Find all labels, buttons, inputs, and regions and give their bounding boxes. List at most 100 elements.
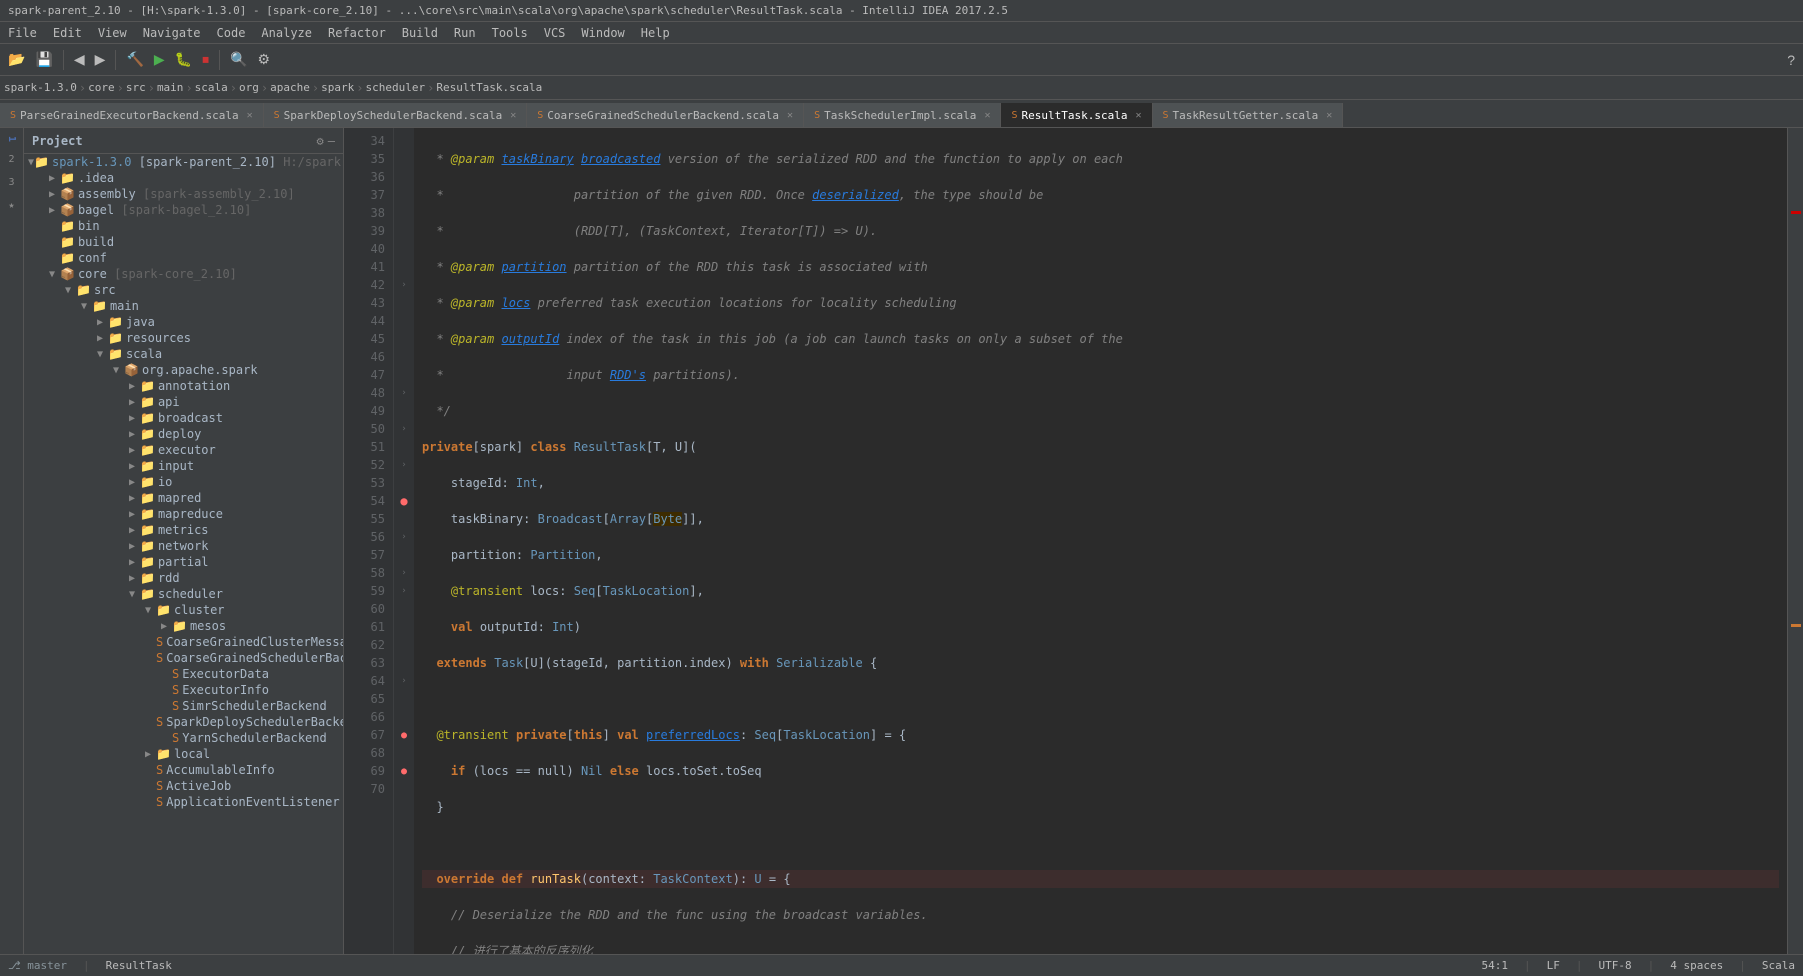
tree-scala[interactable]: ▼ 📁 scala: [24, 346, 343, 362]
menu-refactor[interactable]: Refactor: [320, 22, 394, 43]
tab-parsegrained[interactable]: S ParseGrainedExecutorBackend.scala ✕: [0, 103, 264, 127]
tree-spark-root[interactable]: ▼ 📁 spark-1.3.0 [spark-parent_2.10] H:/s…: [24, 154, 343, 170]
bc-resulttask[interactable]: ResultTask.scala: [436, 81, 542, 94]
menu-navigate[interactable]: Navigate: [135, 22, 209, 43]
tree-activejob[interactable]: S ActiveJob: [24, 778, 343, 794]
tree-main[interactable]: ▼ 📁 main: [24, 298, 343, 314]
toolbar-debug-btn[interactable]: 🐛: [171, 47, 196, 73]
tab-close-taskscheduler[interactable]: ✕: [984, 110, 990, 121]
toolbar-settings-btn[interactable]: ⚙: [254, 47, 275, 73]
sidebar-structure-icon[interactable]: 2: [4, 150, 18, 169]
toolbar-back-btn[interactable]: ◀: [70, 47, 89, 73]
bc-src[interactable]: src: [126, 81, 146, 94]
tree-src[interactable]: ▼ 📁 src: [24, 282, 343, 298]
toolbar-sep1: [63, 50, 64, 70]
sidebar-maven-icon[interactable]: 3: [4, 173, 18, 192]
menu-edit[interactable]: Edit: [45, 22, 90, 43]
sidebar-project-icon[interactable]: 1: [2, 132, 21, 146]
toolbar-save-btn[interactable]: 💾: [31, 47, 56, 73]
toolbar-forward-btn[interactable]: ▶: [91, 47, 110, 73]
tree-mapred[interactable]: ▶ 📁 mapred: [24, 490, 343, 506]
tree-java[interactable]: ▶ 📁 java: [24, 314, 343, 330]
menu-build[interactable]: Build: [394, 22, 446, 43]
tree-io[interactable]: ▶ 📁 io: [24, 474, 343, 490]
tab-close-resulttask[interactable]: ✕: [1135, 110, 1141, 121]
tree-simrscheduler[interactable]: S SimrSchedulerBackend: [24, 698, 343, 714]
project-settings-icon[interactable]: ⚙: [317, 134, 324, 148]
tree-applicationeventlistener[interactable]: S ApplicationEventListener: [24, 794, 343, 810]
tree-bin[interactable]: 📁 bin: [24, 218, 343, 234]
menu-help[interactable]: Help: [633, 22, 678, 43]
toolbar-search-btn[interactable]: 🔍: [226, 47, 251, 73]
status-event: ResultTask: [106, 959, 172, 972]
tab-taskscheduler[interactable]: S TaskSchedulerImpl.scala ✕: [804, 103, 1001, 127]
tree-broadcast[interactable]: ▶ 📁 broadcast: [24, 410, 343, 426]
tree-idea[interactable]: ▶ 📁 .idea: [24, 170, 343, 186]
tree-resources[interactable]: ▶ 📁 resources: [24, 330, 343, 346]
tree-bagel[interactable]: ▶ 📦 bagel [spark-bagel_2.10]: [24, 202, 343, 218]
editor-area: 34 35 36 37 38 39 40 41 42 43 44 45 46 4…: [344, 128, 1787, 954]
bc-main[interactable]: main: [157, 81, 184, 94]
tree-executorinfo[interactable]: S ExecutorInfo: [24, 682, 343, 698]
tab-resulttask[interactable]: S ResultTask.scala ✕: [1001, 103, 1152, 127]
bc-org[interactable]: org: [239, 81, 259, 94]
tree-metrics[interactable]: ▶ 📁 metrics: [24, 522, 343, 538]
tab-close-parsegrained[interactable]: ✕: [247, 110, 253, 121]
code-line-47: val outputId: Int): [422, 618, 1779, 636]
toolbar-stop-btn[interactable]: ⏹: [198, 47, 213, 73]
tree-coarsegrainedscheduler[interactable]: S CoarseGrainedSchedulerBackend: [24, 650, 343, 666]
project-collapse-icon[interactable]: —: [328, 134, 335, 148]
tree-local[interactable]: ▶ 📁 local: [24, 746, 343, 762]
tree-conf[interactable]: 📁 conf: [24, 250, 343, 266]
menu-vcs[interactable]: VCS: [536, 22, 574, 43]
bc-spark130[interactable]: spark-1.3.0: [4, 81, 77, 94]
menu-code[interactable]: Code: [209, 22, 254, 43]
tab-close-taskresultgetter[interactable]: ✕: [1326, 110, 1332, 121]
tab-close-sparkdeploy[interactable]: ✕: [510, 110, 516, 121]
tree-input[interactable]: ▶ 📁 input: [24, 458, 343, 474]
status-sep2: |: [1524, 959, 1531, 972]
tab-coarsegrained[interactable]: S CoarseGrainedSchedulerBackend.scala ✕: [527, 103, 804, 127]
tree-mesos[interactable]: ▶ 📁 mesos: [24, 618, 343, 634]
tree-api[interactable]: ▶ 📁 api: [24, 394, 343, 410]
menu-file[interactable]: File: [0, 22, 45, 43]
menu-tools[interactable]: Tools: [484, 22, 536, 43]
menu-window[interactable]: Window: [573, 22, 632, 43]
tab-sparkdeploy[interactable]: S SparkDeploySchedulerBackend.scala ✕: [264, 103, 528, 127]
bc-scala[interactable]: scala: [195, 81, 228, 94]
bc-scheduler[interactable]: scheduler: [365, 81, 425, 94]
toolbar-run-btn[interactable]: ▶: [150, 47, 169, 73]
menu-run[interactable]: Run: [446, 22, 484, 43]
tree-yarnscheduler[interactable]: S YarnSchedulerBackend: [24, 730, 343, 746]
tree-orgapachespark[interactable]: ▼ 📦 org.apache.spark: [24, 362, 343, 378]
toolbar-build-btn[interactable]: 🔨: [122, 47, 147, 73]
toolbar-open-btn[interactable]: 📂: [4, 47, 29, 73]
bc-core[interactable]: core: [88, 81, 115, 94]
code-container[interactable]: 34 35 36 37 38 39 40 41 42 43 44 45 46 4…: [344, 128, 1787, 954]
tree-executordata[interactable]: S ExecutorData: [24, 666, 343, 682]
tab-taskresultgetter[interactable]: S TaskResultGetter.scala ✕: [1153, 103, 1344, 127]
tree-partial[interactable]: ▶ 📁 partial: [24, 554, 343, 570]
menu-analyze[interactable]: Analyze: [253, 22, 320, 43]
bc-apache[interactable]: apache: [270, 81, 310, 94]
tree-coarsegrainedcluster[interactable]: S CoarseGrainedClusterMessage: [24, 634, 343, 650]
tab-close-coarsegrained[interactable]: ✕: [787, 110, 793, 121]
tree-annotation[interactable]: ▶ 📁 annotation: [24, 378, 343, 394]
tree-core[interactable]: ▼ 📦 core [spark-core_2.10]: [24, 266, 343, 282]
tree-mapreduce[interactable]: ▶ 📁 mapreduce: [24, 506, 343, 522]
bc-spark[interactable]: spark: [321, 81, 354, 94]
tree-scheduler[interactable]: ▼ 📁 scheduler: [24, 586, 343, 602]
code-content[interactable]: * @param taskBinary broadcasted version …: [414, 128, 1787, 954]
tree-accumulableinfo[interactable]: S AccumulableInfo: [24, 762, 343, 778]
toolbar-help-btn[interactable]: ?: [1783, 47, 1799, 73]
tree-rdd[interactable]: ▶ 📁 rdd: [24, 570, 343, 586]
tree-assembly[interactable]: ▶ 📦 assembly [spark-assembly_2.10]: [24, 186, 343, 202]
tree-sparkdeployscheduler[interactable]: S SparkDeploySchedulerBackend: [24, 714, 343, 730]
tree-executor[interactable]: ▶ 📁 executor: [24, 442, 343, 458]
sidebar-favorites-icon[interactable]: ★: [4, 196, 18, 215]
menu-view[interactable]: View: [90, 22, 135, 43]
tree-build[interactable]: 📁 build: [24, 234, 343, 250]
tree-deploy[interactable]: ▶ 📁 deploy: [24, 426, 343, 442]
tree-cluster[interactable]: ▼ 📁 cluster: [24, 602, 343, 618]
tree-network[interactable]: ▶ 📁 network: [24, 538, 343, 554]
